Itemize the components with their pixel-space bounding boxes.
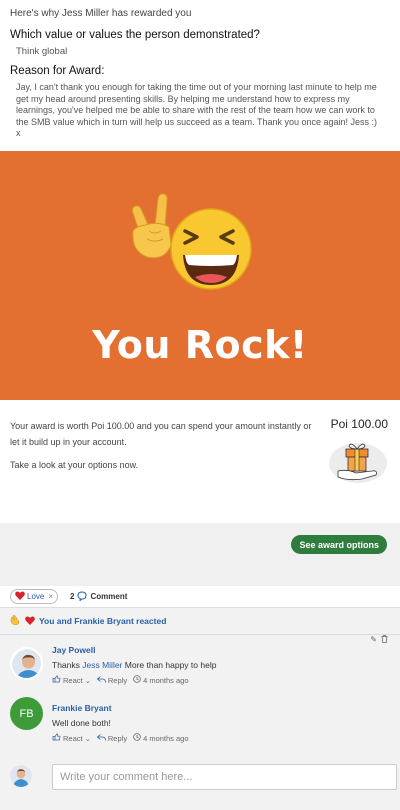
comment-timestamp: 4 months ago [133,675,189,685]
pencil-icon[interactable]: ✎ [370,635,377,645]
timestamp-text: 4 months ago [143,675,189,685]
comment-author[interactable]: Frankie Bryant [52,703,390,713]
gift-in-hand-icon [328,437,388,483]
see-award-options-button[interactable]: See award options [291,535,387,554]
react-icon [52,675,61,685]
heart-icon [15,591,25,602]
timestamp-text: 4 months ago [143,733,189,743]
avatar-initials[interactable]: FB [10,697,43,730]
reaction-summary-text: You and Frankie Bryant reacted [39,616,167,626]
comment-composer [10,755,397,795]
comment-item: FB Frankie Bryant Well done both! React … [10,693,390,751]
react-button[interactable]: React ⌄ [52,675,91,685]
reason-text: Jay, I can't thank you enough for taking… [16,82,378,138]
award-worth-text: Your award is worth Poi 100.00 and you c… [10,421,312,447]
reply-label: Reply [107,675,128,685]
current-user-avatar [10,765,32,787]
react-label: React [63,675,83,685]
comment-text: Well done both! [52,718,111,728]
chevron-down-icon: ⌄ [84,733,91,743]
comment-text: Thanks Jess Miller More than happy to he… [52,660,390,670]
react-button[interactable]: React ⌄ [52,733,91,743]
speech-bubble-icon [77,590,87,603]
values-question: Which value or values the person demonst… [10,29,260,41]
comment-input[interactable] [52,764,397,790]
value-demonstrated: Think global [16,46,68,57]
comment-meta: React ⌄ Reply 4 months ago [52,675,390,685]
trash-icon[interactable] [381,635,388,645]
reply-button[interactable]: Reply [96,733,128,743]
chevron-down-icon: ⌄ [84,675,91,685]
clock-icon [133,733,141,743]
reply-button[interactable]: Reply [96,675,128,685]
comment-timestamp: 4 months ago [133,733,189,743]
reply-icon [96,675,106,685]
comment-item: ✎ Jay Powell Thanks Jess Miller More tha… [10,635,390,693]
remove-reaction-icon[interactable]: × [48,592,53,601]
comment-text-start: Thanks [52,660,83,670]
comment-author[interactable]: Jay Powell [52,645,390,655]
comment-meta: React ⌄ Reply 4 months ago [52,733,390,743]
comment-count[interactable]: 2 Comment [70,590,128,603]
comments-section: You and Frankie Bryant reacted ✎ Jay Pow… [0,608,400,810]
award-message: Here's why Jess Miller has rewarded you … [0,0,400,151]
rock-on-laughing-emoji-icon [125,191,255,301]
heart-icon [25,615,35,627]
reaction-summary[interactable]: You and Frankie Bryant reacted [10,608,390,634]
clapping-hands-icon [10,615,21,627]
react-label: React [63,733,83,743]
banner-title: You Rock! [92,323,308,367]
reason-heading: Reason for Award: [10,65,105,77]
comment-actions: ✎ [370,635,388,645]
award-banner: You Rock! [0,151,400,400]
comment-count-number: 2 [70,592,75,601]
clock-icon [133,675,141,685]
reply-icon [96,733,106,743]
comment-text-end: More than happy to help [122,660,217,670]
avatar[interactable] [10,647,43,680]
award-amount: Poi 100.00 [330,417,388,431]
mention-link[interactable]: Jess Miller [82,660,122,670]
comment-label: Comment [90,592,128,601]
reply-label: Reply [107,733,128,743]
reaction-bar: Love × 2 Comment [0,586,400,608]
award-details: Your award is worth Poi 100.00 and you c… [0,400,400,523]
react-icon [52,733,61,743]
love-label: Love [27,592,45,601]
award-options-bar: See award options [0,523,400,586]
love-reaction-pill[interactable]: Love × [10,589,59,604]
award-intro: Here's why Jess Miller has rewarded you [10,8,192,19]
